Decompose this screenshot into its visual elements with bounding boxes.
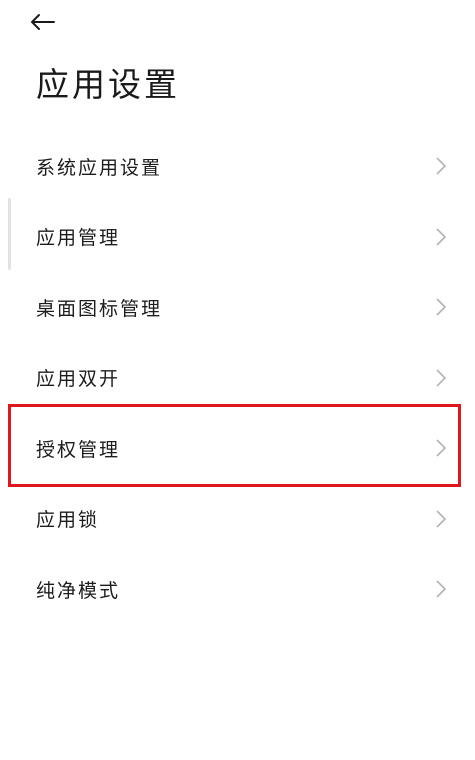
chevron-right-icon (436, 228, 447, 246)
list-item-label: 授权管理 (36, 438, 121, 461)
back-button[interactable] (28, 6, 68, 38)
list-item-permission-management[interactable]: 授权管理 (0, 413, 475, 484)
settings-list: 系统应用设置 应用管理 桌面图标管理 应用双开 授权管理 应用锁 纯净模式 (0, 131, 475, 625)
list-item-app-management[interactable]: 应用管理 (0, 202, 475, 273)
chevron-right-icon (436, 157, 447, 175)
list-item-label: 桌面图标管理 (36, 297, 163, 320)
chevron-right-icon (436, 369, 447, 387)
list-item-label: 纯净模式 (36, 579, 121, 602)
chevron-right-icon (436, 580, 447, 598)
list-item-desktop-icon-management[interactable]: 桌面图标管理 (0, 272, 475, 343)
chevron-right-icon (436, 510, 447, 528)
chevron-right-icon (436, 298, 447, 316)
arrow-left-icon (31, 14, 55, 30)
page-title: 应用设置 (36, 65, 180, 104)
list-item-pure-mode[interactable]: 纯净模式 (0, 554, 475, 625)
list-item-label: 应用锁 (36, 509, 100, 532)
list-item-system-app-settings[interactable]: 系统应用设置 (0, 131, 475, 202)
chevron-right-icon (436, 439, 447, 457)
list-item-label: 应用管理 (36, 227, 121, 250)
list-item-label: 应用双开 (36, 368, 121, 391)
list-item-label: 系统应用设置 (36, 156, 163, 179)
list-item-app-lock[interactable]: 应用锁 (0, 484, 475, 555)
list-item-app-clone[interactable]: 应用双开 (0, 343, 475, 414)
